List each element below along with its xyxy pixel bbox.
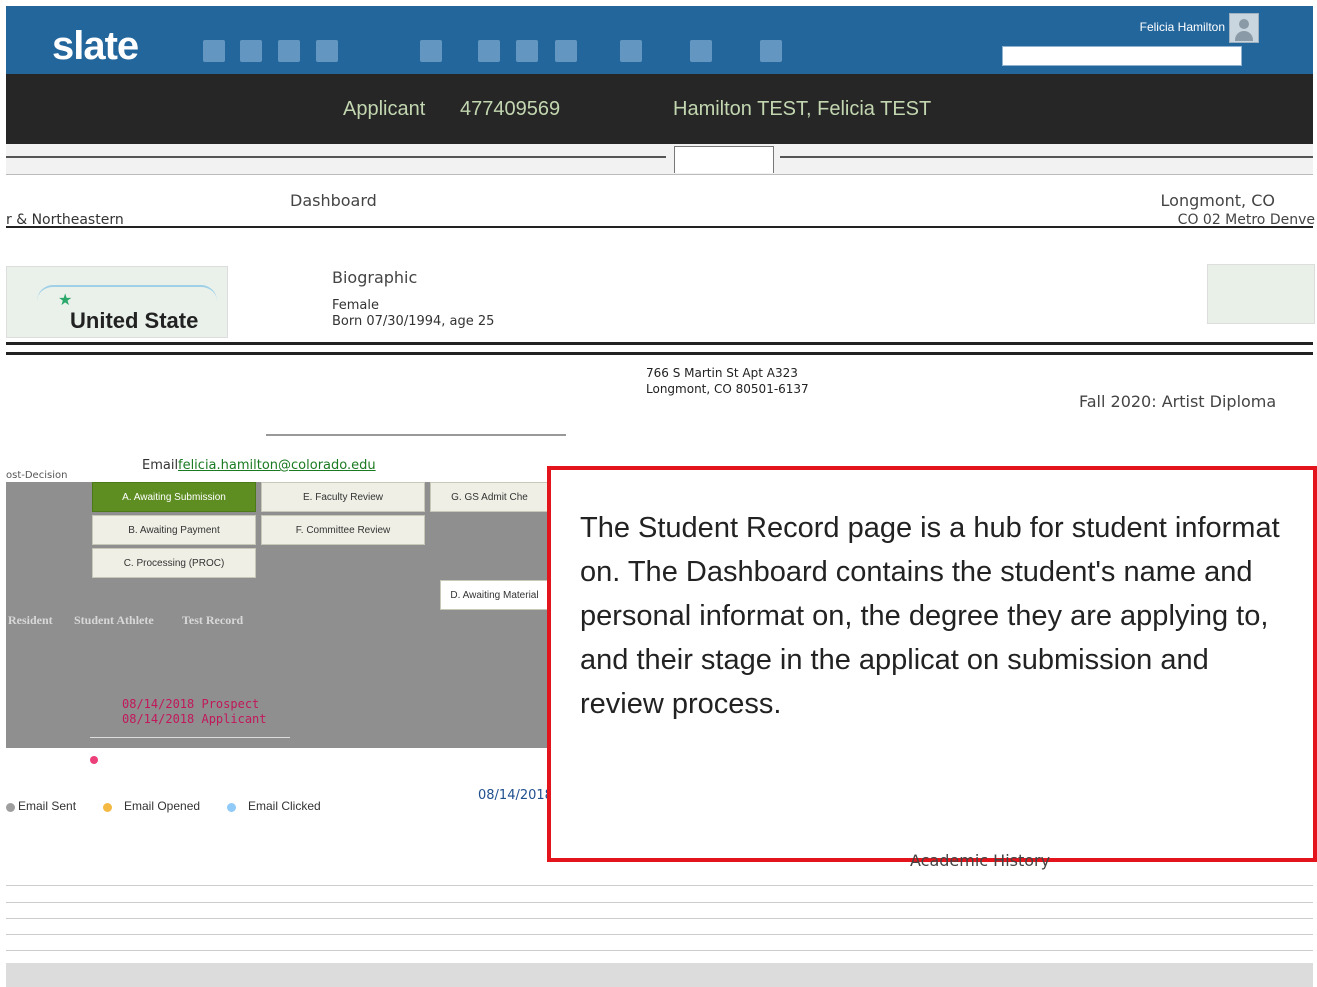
- legend-dot-email-opened: [103, 803, 112, 812]
- timeline-entry: 08/14/2018 Applicant: [122, 712, 267, 726]
- map-marker-icon: ★: [58, 290, 73, 309]
- legend-email-clicked: Email Clicked: [248, 799, 321, 813]
- divider: [6, 226, 1313, 228]
- nav-icon[interactable]: [516, 40, 538, 62]
- user-icon-body: [1235, 31, 1253, 41]
- address-line-1: 766 S Martin St Apt A323: [646, 366, 798, 380]
- flag-resident[interactable]: Resident: [8, 613, 53, 628]
- legend-dot-email-sent: [6, 803, 15, 812]
- user-icon: [1239, 19, 1249, 29]
- table-row-divider: [6, 918, 1313, 919]
- bin-committee-review[interactable]: F. Committee Review: [261, 515, 425, 545]
- email-link[interactable]: felicia.hamilton@colorado.edu: [178, 458, 376, 473]
- nav-icon[interactable]: [420, 40, 442, 62]
- user-name[interactable]: Felicia Hamilton: [1140, 20, 1225, 34]
- bin-processing[interactable]: C. Processing (PROC): [92, 548, 256, 578]
- email-label: Email: [142, 458, 179, 473]
- applicant-location: Longmont, CO: [1160, 191, 1275, 210]
- table-row-divider: [6, 934, 1313, 935]
- application-program: Fall 2020: Artist Diploma: [1079, 392, 1277, 411]
- bio-birthdate: Born 07/30/1994, age 25: [332, 314, 495, 329]
- flag-test-record[interactable]: Test Record: [182, 613, 243, 628]
- record-type-label: Applicant: [343, 98, 426, 120]
- flag-student-athlete[interactable]: Student Athlete: [74, 613, 154, 628]
- nav-icon[interactable]: [203, 40, 225, 62]
- footer-bar: [6, 963, 1313, 987]
- nav-icon[interactable]: [278, 40, 300, 62]
- section-title-biographic: Biographic: [332, 268, 418, 287]
- nav-icon[interactable]: [240, 40, 262, 62]
- bin-awaiting-payment[interactable]: B. Awaiting Payment: [92, 515, 256, 545]
- post-decision-label: ost-Decision: [6, 470, 68, 481]
- record-tab-strip: [6, 144, 1313, 175]
- divider: [6, 342, 1313, 345]
- nav-icon[interactable]: [620, 40, 642, 62]
- nav-icon[interactable]: [316, 40, 338, 62]
- tab-strip-divider: [6, 156, 666, 158]
- applicant-banner: [6, 74, 1313, 144]
- bin-gs-admit-check[interactable]: G. GS Admit Che: [430, 482, 549, 512]
- tab-strip-divider: [780, 156, 1313, 158]
- nav-icon[interactable]: [555, 40, 577, 62]
- section-title-academic-history: Academic History: [910, 851, 1051, 870]
- table-row-divider: [6, 885, 1313, 886]
- applicant-name: Hamilton TEST, Felicia TEST: [673, 98, 932, 120]
- legend-dot-email-clicked: [227, 803, 236, 812]
- timeline-event-marker[interactable]: [90, 756, 98, 764]
- tab-dashboard[interactable]: [674, 146, 774, 173]
- address-line-2: Longmont, CO 80501-6137: [646, 382, 809, 396]
- table-row-divider: [6, 902, 1313, 903]
- legend-email-opened: Email Opened: [124, 799, 201, 813]
- bin-faculty-review[interactable]: E. Faculty Review: [261, 482, 425, 512]
- avatar[interactable]: [1229, 13, 1259, 43]
- section-title-dashboard: Dashboard: [290, 191, 377, 210]
- timeline-date: 08/14/2018: [478, 788, 553, 803]
- timeline-entry: 08/14/2018 Prospect: [122, 697, 260, 711]
- annotation-text: The Student Record page is a hub for stu…: [580, 512, 1280, 720]
- applicant-id: 477409569: [460, 98, 561, 120]
- search-input[interactable]: [1002, 46, 1242, 66]
- slate-logo[interactable]: slate: [52, 26, 139, 66]
- legend-email-sent: Email Sent: [18, 799, 77, 813]
- nav-icon[interactable]: [760, 40, 782, 62]
- location-map-small[interactable]: [1207, 264, 1315, 324]
- bin-awaiting-submission[interactable]: A. Awaiting Submission: [92, 482, 256, 512]
- divider: [6, 352, 1313, 355]
- bio-gender: Female: [332, 298, 380, 313]
- map-country-label: United State: [70, 308, 199, 333]
- divider: [266, 434, 566, 436]
- nav-icon[interactable]: [690, 40, 712, 62]
- bin-awaiting-material[interactable]: D. Awaiting Material: [440, 580, 549, 610]
- timeline-axis: [90, 737, 290, 738]
- table-row-divider: [6, 950, 1313, 951]
- nav-icon[interactable]: [478, 40, 500, 62]
